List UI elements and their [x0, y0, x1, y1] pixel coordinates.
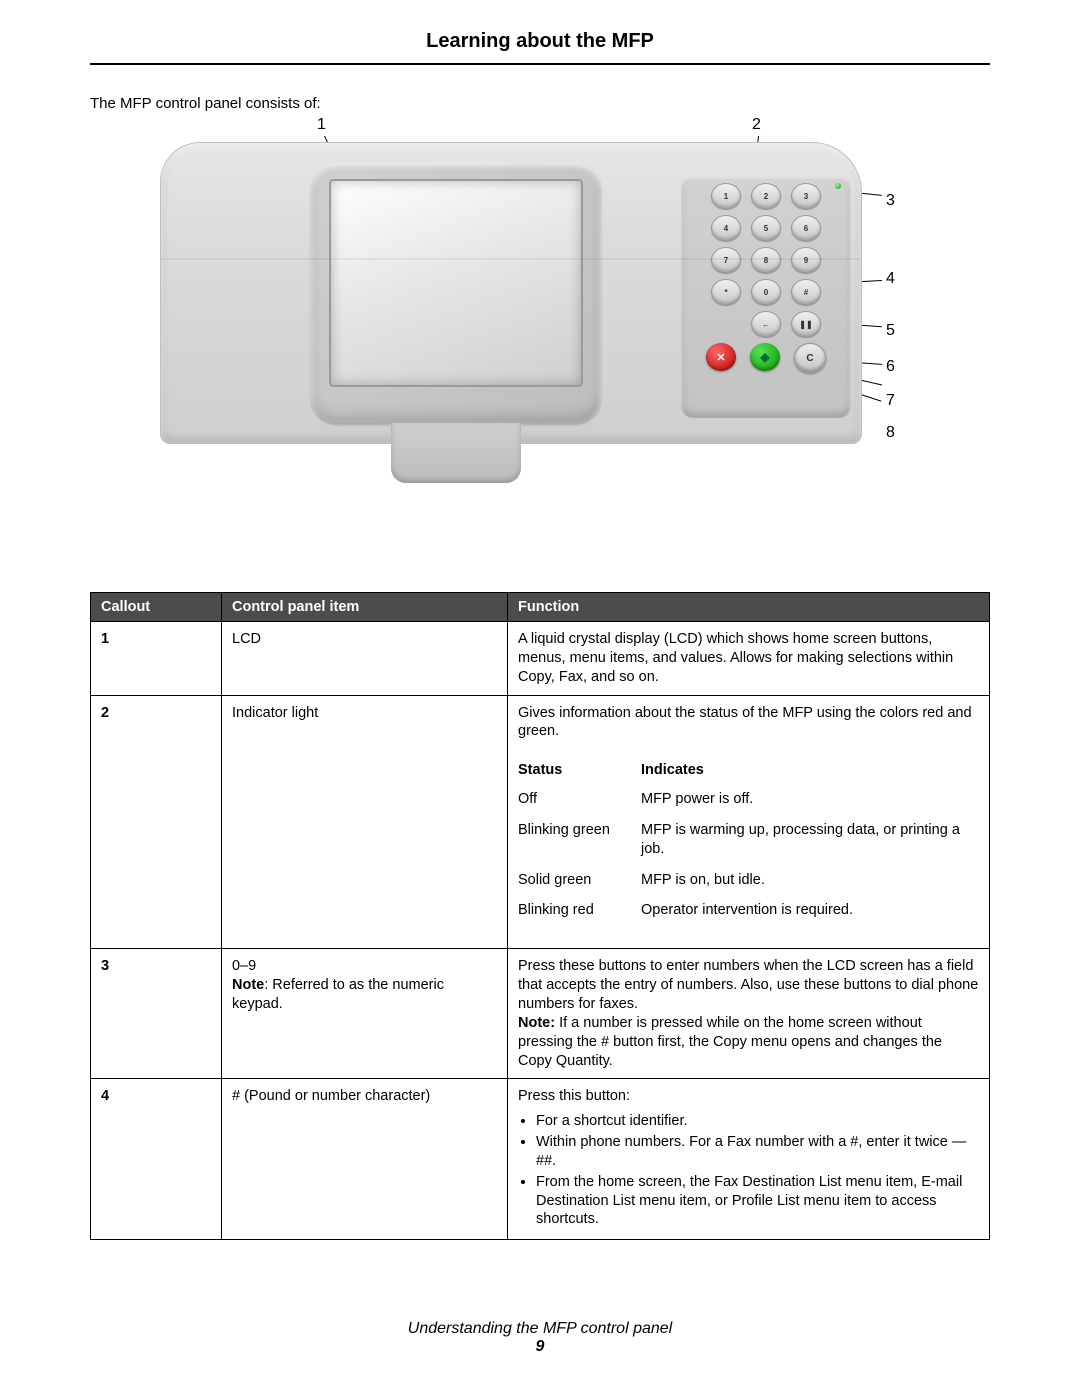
cell-callout: 1	[91, 622, 222, 696]
intro-text: The MFP control panel consists of:	[90, 95, 990, 112]
keypad-4[interactable]: 4	[711, 215, 741, 241]
cell-function: Press this button: For a shortcut identi…	[508, 1079, 990, 1240]
footer-text: Understanding the MFP control panel	[408, 1320, 672, 1337]
function-note-label: Note:	[518, 1015, 555, 1031]
cell-item: Indicator light	[222, 695, 508, 949]
cell-item: 0–9 Note: Referred to as the numeric key…	[222, 949, 508, 1079]
table-row: 1 LCD A liquid crystal display (LCD) whi…	[91, 622, 990, 696]
control-panel-diagram: 1 2 3 4 5 6 7 8 9 10	[90, 122, 990, 532]
clear-button[interactable]: C	[794, 343, 826, 373]
cell-callout: 4	[91, 1079, 222, 1240]
callout-2: 2	[752, 116, 761, 134]
keypad-7[interactable]: 7	[711, 247, 741, 273]
status-cell: Blinking red	[518, 895, 641, 926]
cell-function: A liquid crystal display (LCD) which sho…	[508, 622, 990, 696]
keypad-8[interactable]: 8	[751, 247, 781, 273]
lcd-screen[interactable]	[329, 179, 583, 387]
indicates-cell: MFP is warming up, processing data, or p…	[641, 815, 979, 865]
indicates-cell: Operator intervention is required.	[641, 895, 979, 926]
pause-button[interactable]: ❚❚	[791, 311, 821, 337]
status-table: Status Indicates Off MFP power is off. B…	[518, 755, 979, 926]
keypad-panel: 1 2 3 4 5 6 7 8 9 * 0 #	[681, 175, 851, 418]
keypad-9[interactable]: 9	[791, 247, 821, 273]
keypad-6[interactable]: 6	[791, 215, 821, 241]
callout-1: 1	[317, 116, 326, 134]
th-function: Function	[508, 593, 990, 622]
cell-function: Gives information about the status of th…	[508, 695, 990, 949]
page-title: Learning about the MFP	[90, 30, 990, 63]
th-callout: Callout	[91, 593, 222, 622]
keypad-star[interactable]: *	[711, 279, 741, 305]
note-label: Note	[232, 977, 264, 993]
footer-page-number: 9	[536, 1338, 545, 1355]
callout-7: 7	[886, 392, 895, 410]
th-item: Control panel item	[222, 593, 508, 622]
list-item: Within phone numbers. For a Fax number w…	[536, 1133, 979, 1171]
item-line1: 0–9	[232, 958, 256, 974]
keypad-0[interactable]: 0	[751, 279, 781, 305]
cell-callout: 2	[91, 695, 222, 949]
callout-3: 3	[886, 192, 895, 210]
keypad-hash[interactable]: #	[791, 279, 821, 305]
back-button[interactable]: ←	[751, 311, 781, 337]
page-header: Learning about the MFP	[90, 30, 990, 65]
status-cell: Blinking green	[518, 815, 641, 865]
cell-function: Press these buttons to enter numbers whe…	[508, 949, 990, 1079]
table-row: 2 Indicator light Gives information abou…	[91, 695, 990, 949]
control-panel-table: Callout Control panel item Function 1 LC…	[90, 592, 990, 1240]
callout-5: 5	[886, 322, 895, 340]
function-p1: Press these buttons to enter numbers whe…	[518, 958, 978, 1012]
list-item: For a shortcut identifier.	[536, 1112, 979, 1131]
status-cell: Solid green	[518, 865, 641, 896]
start-button[interactable]: ◈	[750, 343, 780, 371]
indicator-light	[835, 183, 841, 189]
cell-item: # (Pound or number character)	[222, 1079, 508, 1240]
indicates-cell: MFP is on, but idle.	[641, 865, 979, 896]
status-header: Status	[518, 755, 641, 784]
callout-4: 4	[886, 270, 895, 288]
indicates-header: Indicates	[641, 755, 979, 784]
table-row: 4 # (Pound or number character) Press th…	[91, 1079, 990, 1240]
bullet-list: For a shortcut identifier. Within phone …	[518, 1112, 979, 1229]
start-icon: ◈	[760, 350, 769, 364]
keypad-2[interactable]: 2	[751, 183, 781, 209]
table-row: 3 0–9 Note: Referred to as the numeric k…	[91, 949, 990, 1079]
stop-icon: ✕	[716, 351, 725, 364]
list-item: From the home screen, the Fax Destinatio…	[536, 1173, 979, 1230]
stop-button[interactable]: ✕	[706, 343, 736, 371]
lcd-stand	[391, 423, 521, 483]
keypad-5[interactable]: 5	[751, 215, 781, 241]
clear-icon: C	[806, 353, 813, 364]
function-note-text: If a number is pressed while on the home…	[518, 1015, 942, 1069]
device-body: 1 2 3 4 5 6 7 8 9 * 0 #	[160, 142, 862, 444]
function-intro: Press this button:	[518, 1088, 630, 1104]
status-cell: Off	[518, 784, 641, 815]
cell-callout: 3	[91, 949, 222, 1079]
indicates-cell: MFP power is off.	[641, 784, 979, 815]
cell-item: LCD	[222, 622, 508, 696]
header-rule	[90, 63, 990, 65]
function-intro: Gives information about the status of th…	[518, 705, 972, 740]
page-footer: Understanding the MFP control panel 9	[90, 1320, 990, 1356]
keypad-1[interactable]: 1	[711, 183, 741, 209]
callout-6: 6	[886, 358, 895, 376]
lcd-frame	[311, 163, 601, 423]
keypad-3[interactable]: 3	[791, 183, 821, 209]
callout-8: 8	[886, 424, 895, 442]
note-text: : Referred to as the numeric keypad.	[232, 977, 444, 1012]
